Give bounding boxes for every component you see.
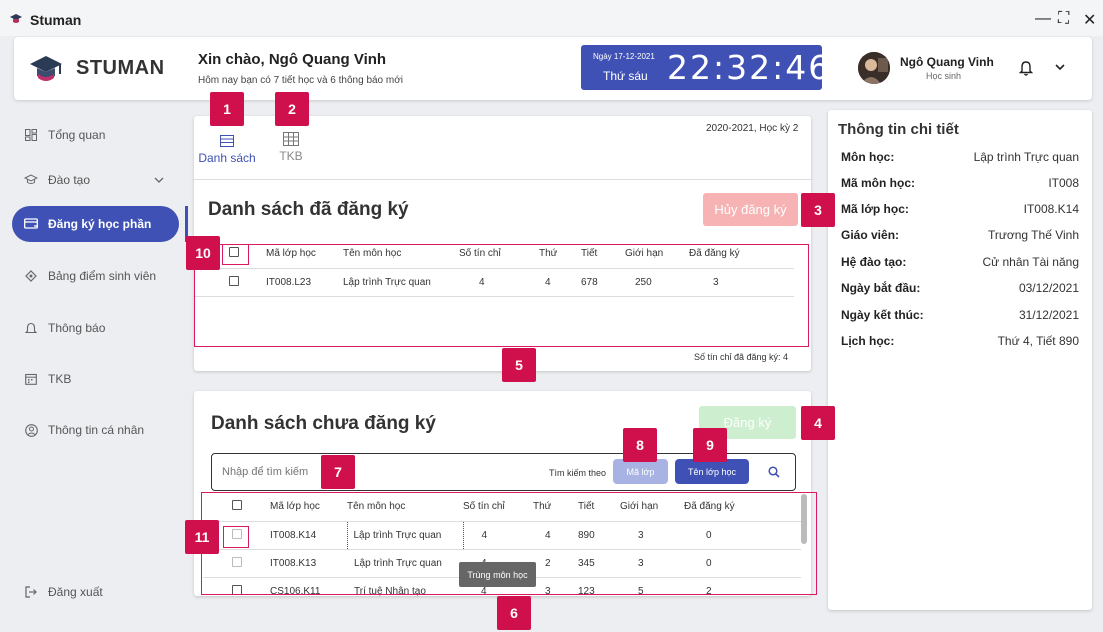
sidebar-item-training[interactable]: Đào tạo xyxy=(12,162,179,198)
bell-icon xyxy=(24,321,38,335)
register-card-icon xyxy=(24,217,38,231)
annotation-badge: 11 xyxy=(185,520,219,554)
sidebar-item-notifications[interactable]: Thông báo xyxy=(12,310,179,346)
detail-row: Mã lớp học: IT008.K14 xyxy=(841,202,1079,216)
title-bar xyxy=(0,0,1103,36)
total-credits: Số tín chỉ đã đăng ký: 4 xyxy=(694,352,789,362)
clock-weekday: Thứ sáu xyxy=(603,69,648,83)
close-button[interactable]: ✕ xyxy=(1083,10,1096,30)
duplicate-course-tooltip: Trùng môn học xyxy=(459,562,536,587)
calendar-icon xyxy=(24,372,38,386)
annotation-badge: 1 xyxy=(210,92,244,126)
detail-row: Giáo viên: Trương Thế Vinh xyxy=(841,228,1079,242)
sidebar-item-overview[interactable]: Tổng quan xyxy=(12,117,179,153)
maximize-button[interactable]: ⛶ xyxy=(1058,10,1069,28)
logout-label: Đăng xuất xyxy=(48,585,103,599)
annotation-badge: 4 xyxy=(801,406,835,440)
sidebar-item-label: Đào tạo xyxy=(48,173,91,187)
user-role: Học sinh xyxy=(926,71,962,81)
greeting-subtitle: Hôm nay bạn có 7 tiết học và 6 thông báo… xyxy=(198,75,404,86)
search-by-class-code-chip[interactable]: Mã lớp xyxy=(613,459,668,484)
annotation-badge: 7 xyxy=(321,455,355,489)
sidebar-item-grades[interactable]: Bảng điểm sinh viên xyxy=(12,258,179,294)
list-icon xyxy=(220,135,234,147)
registered-title: Danh sách đã đăng ký xyxy=(208,199,409,220)
chevron-down-icon xyxy=(154,177,164,183)
term-label: 2020-2021, Học kỳ 2 xyxy=(706,123,799,134)
app-logo-icon xyxy=(10,14,22,23)
search-icon[interactable] xyxy=(768,466,780,478)
clock-panel: Ngày 17-12-2021 Thứ sáu 22:32:46 xyxy=(581,45,829,90)
stuman-logo-icon xyxy=(30,56,62,81)
sidebar-item-profile[interactable]: Thông tin cá nhân xyxy=(12,412,179,448)
detail-row: Lịch học: Thứ 4, Tiết 890 xyxy=(841,334,1079,348)
logout-icon xyxy=(24,585,38,599)
avatar-image-icon xyxy=(858,52,890,84)
detail-row: Môn học: Lập trình Trực quan xyxy=(841,150,1079,164)
bell-icon[interactable] xyxy=(1019,60,1033,76)
clock-time: 22:32:46 xyxy=(667,48,832,87)
tab-list[interactable]: Danh sách xyxy=(198,132,256,165)
detail-row: Ngày kết thúc: 31/12/2021 xyxy=(841,308,1079,322)
unregistered-title: Danh sách chưa đăng ký xyxy=(211,413,436,434)
tab-label: Danh sách xyxy=(198,151,256,165)
annotation-badge: 6 xyxy=(497,596,531,630)
annotation-badge: 9 xyxy=(693,428,727,462)
sidebar-item-label: Đăng ký học phần xyxy=(48,217,152,231)
annotation-badge: 3 xyxy=(801,193,835,227)
logout-button[interactable]: Đăng xuất xyxy=(12,574,179,610)
divider xyxy=(194,179,811,180)
avatar[interactable] xyxy=(858,52,890,84)
annotation-badge: 2 xyxy=(275,92,309,126)
cancel-registration-button[interactable]: Hủy đăng ký xyxy=(703,193,798,226)
sidebar-item-timetable[interactable]: TKB xyxy=(12,361,179,397)
dashboard-icon xyxy=(24,128,38,142)
greeting: Xin chào, Ngô Quang Vinh xyxy=(198,51,387,68)
search-by-class-name-chip[interactable]: Tên lớp học xyxy=(675,459,749,484)
detail-title: Thông tin chi tiết xyxy=(838,121,959,138)
detail-panel: Thông tin chi tiết Môn học: Lập trình Trự… xyxy=(828,110,1092,610)
brand-name: STUMAN xyxy=(76,57,165,79)
annotation-badge: 5 xyxy=(502,348,536,382)
grade-icon xyxy=(24,269,38,283)
sidebar-item-label: Bảng điểm sinh viên xyxy=(48,269,157,283)
tab-timetable[interactable]: TKB xyxy=(274,132,308,163)
chevron-down-icon[interactable] xyxy=(1054,62,1066,72)
sidebar-item-course-registration[interactable]: Đăng ký học phần xyxy=(12,206,179,242)
sidebar-item-label: Tổng quan xyxy=(48,128,106,142)
annotation-box-checkbox xyxy=(222,244,249,265)
user-name: Ngô Quang Vinh xyxy=(900,55,994,69)
tab-label: TKB xyxy=(279,149,303,163)
detail-row: Mã môn học: IT008 xyxy=(841,176,1079,190)
minimize-button[interactable]: — xyxy=(1035,10,1051,28)
sidebar-item-label: Thông báo xyxy=(48,321,106,335)
app-title: Stuman xyxy=(30,12,82,28)
detail-row: Ngày bắt đầu: 03/12/2021 xyxy=(841,281,1079,295)
detail-row: Hệ đào tạo: Cử nhân Tài năng xyxy=(841,255,1079,269)
person-icon xyxy=(24,423,38,437)
grid-icon xyxy=(283,132,299,146)
sidebar-item-label: Thông tin cá nhân xyxy=(48,423,145,437)
clock-date: Ngày 17-12-2021 xyxy=(593,52,655,61)
sidebar-item-label: TKB xyxy=(48,372,72,386)
annotation-box-10 xyxy=(194,244,809,347)
search-by-label: Tìm kiếm theo xyxy=(549,468,607,478)
graduation-cap-icon xyxy=(24,173,38,187)
annotation-badge: 8 xyxy=(623,428,657,462)
annotation-box-11 xyxy=(223,526,249,548)
annotation-badge: 10 xyxy=(186,236,220,270)
